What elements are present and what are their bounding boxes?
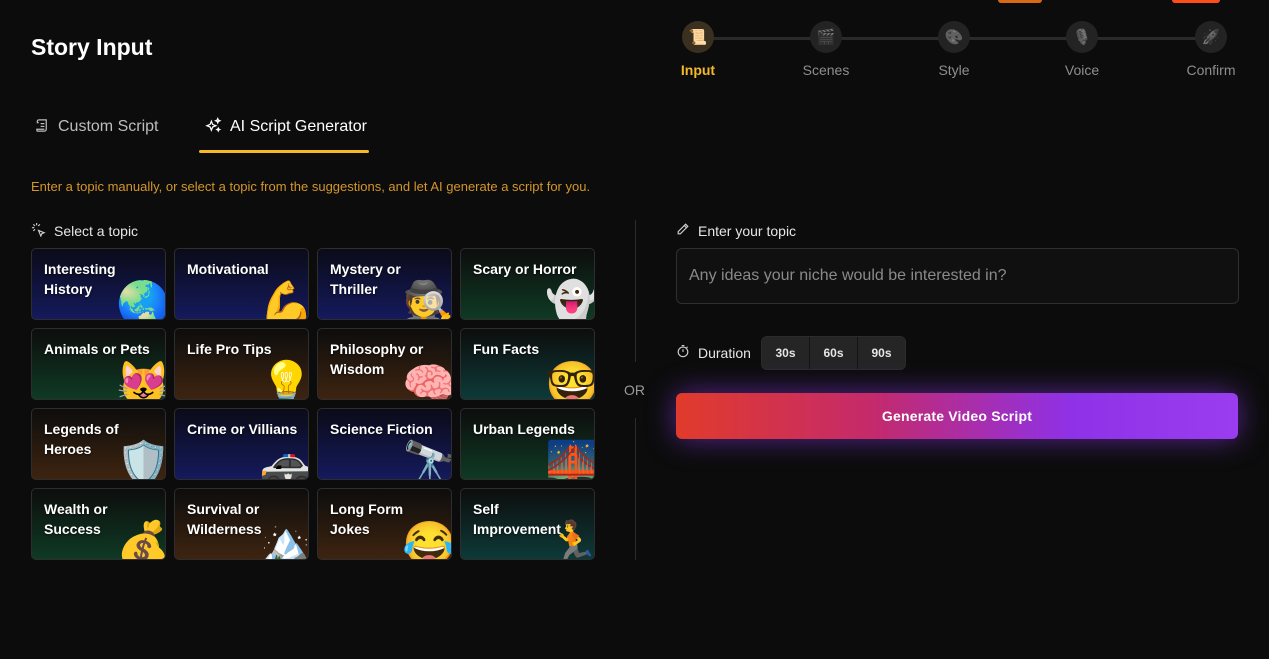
police-car-icon: 🚓	[259, 440, 309, 480]
topic-title: Motivational	[187, 261, 269, 277]
select-topic-text: Select a topic	[54, 223, 139, 239]
topic-card-legends-of-heroes[interactable]: Legends of Heroes 🛡️	[31, 408, 166, 480]
step-confirm[interactable]: 🚀 Confirm	[1165, 18, 1257, 78]
topic-title: Survival or Wilderness	[187, 501, 262, 537]
ghost-icon: 👻	[545, 280, 595, 320]
microphone-icon: 🎙️	[1072, 29, 1092, 46]
nerd-face-icon: 🤓	[545, 360, 595, 400]
enter-topic-label: Enter your topic	[676, 222, 796, 239]
topic-title: Wealth or Success	[44, 501, 108, 537]
step-label-voice: Voice	[1064, 62, 1100, 78]
tab-ai-script-generator[interactable]: AI Script Generator	[201, 104, 371, 150]
duration-60s-button[interactable]: 60s	[810, 337, 858, 369]
topic-title: Scary or Horror	[473, 261, 577, 277]
tab-ai-script-generator-label: AI Script Generator	[230, 118, 367, 135]
step-label-scenes: Scenes	[802, 62, 850, 78]
topic-card-fun-facts[interactable]: Fun Facts 🤓	[460, 328, 595, 400]
pencil-icon	[676, 222, 690, 239]
script-icon	[35, 118, 50, 137]
generate-video-script-button[interactable]: Generate Video Script	[676, 393, 1238, 439]
topic-card-self-improvement[interactable]: Self Improvement 🏃	[460, 488, 595, 560]
progress-stepper: 📜 Input 🎬 Scenes 🎨 Style 🎙️ Voice 🚀 Conf…	[652, 18, 1264, 80]
instruction-hint: Enter a topic manually, or select a topi…	[31, 179, 591, 194]
topic-card-survival-or-wilderness[interactable]: Survival or Wilderness 🏔️	[174, 488, 309, 560]
top-accent-strip	[0, 0, 1269, 4]
step-dot-scenes: 🎬	[810, 21, 842, 53]
step-dot-voice: 🎙️	[1066, 21, 1098, 53]
duration-text: Duration	[698, 344, 751, 361]
topic-card-interesting-history[interactable]: Interesting History 🌏	[31, 248, 166, 320]
step-label-style: Style	[938, 62, 970, 78]
topic-card-philosophy-or-wisdom[interactable]: Philosophy or Wisdom 🧠	[317, 328, 452, 400]
page-title: Story Input	[31, 34, 153, 60]
duration-selector: 30s 60s 90s	[761, 336, 906, 370]
topic-card-mystery-or-thriller[interactable]: Mystery or Thriller 🕵️	[317, 248, 452, 320]
duration-90s-button[interactable]: 90s	[858, 337, 905, 369]
topic-card-crime-or-villians[interactable]: Crime or Villians 🚓	[174, 408, 309, 480]
telescope-icon: 🔭	[402, 440, 452, 480]
accent-tab-orange	[998, 0, 1042, 3]
topic-title: Interesting History	[44, 261, 116, 297]
topic-card-animals-or-pets[interactable]: Animals or Pets 😻	[31, 328, 166, 400]
topic-card-scary-or-horror[interactable]: Scary or Horror 👻	[460, 248, 595, 320]
step-dot-input: 📜	[682, 21, 714, 53]
topic-grid: Interesting History 🌏 Motivational 💪 Myste…	[31, 248, 595, 560]
sparkles-icon	[205, 116, 222, 138]
step-style[interactable]: 🎨 Style	[908, 18, 1000, 78]
sparkle-click-icon	[31, 222, 46, 240]
topic-card-motivational[interactable]: Motivational 💪	[174, 248, 309, 320]
step-voice[interactable]: 🎙️ Voice	[1036, 18, 1128, 78]
step-dot-style: 🎨	[938, 21, 970, 53]
topic-title: Fun Facts	[473, 341, 540, 357]
heart-eyes-cat-icon: 😻	[116, 360, 166, 400]
tab-custom-script[interactable]: Custom Script	[35, 104, 158, 150]
step-label-confirm: Confirm	[1186, 62, 1236, 78]
tab-custom-script-label: Custom Script	[58, 118, 159, 135]
accent-tab-red	[1172, 0, 1220, 3]
rocket-icon: 🚀	[1201, 29, 1221, 46]
topic-input[interactable]	[676, 248, 1239, 304]
clapper-icon: 🎬	[816, 29, 836, 46]
active-tab-indicator	[199, 150, 369, 153]
topic-card-long-form-jokes[interactable]: Long Form Jokes 😂	[317, 488, 452, 560]
topic-card-urban-legends[interactable]: Urban Legends 🌉	[460, 408, 595, 480]
topic-title: Philosophy or Wisdom	[330, 341, 424, 377]
divider-line-bottom	[635, 418, 636, 560]
topic-title: Science Fiction	[330, 421, 433, 437]
palette-icon: 🎨	[944, 29, 964, 46]
bridge-at-night-icon: 🌉	[545, 440, 595, 480]
topic-card-life-pro-tips[interactable]: Life Pro Tips 💡	[174, 328, 309, 400]
topic-card-wealth-or-success[interactable]: Wealth or Success 💰	[31, 488, 166, 560]
topic-title: Long Form Jokes	[330, 501, 404, 537]
step-dot-confirm: 🚀	[1195, 21, 1227, 53]
topic-title: Crime or Villians	[187, 421, 298, 437]
topic-title: Mystery or Thriller	[330, 261, 401, 297]
topic-title: Animals or Pets	[44, 341, 150, 357]
scroll-icon: 📜	[688, 29, 708, 46]
topic-title: Legends of Heroes	[44, 421, 119, 457]
topic-title: Self Improvement	[473, 501, 561, 537]
topic-card-science-fiction[interactable]: Science Fiction 🔭	[317, 408, 452, 480]
step-scenes[interactable]: 🎬 Scenes	[780, 18, 872, 78]
step-input[interactable]: 📜 Input	[652, 18, 744, 78]
duration-label: Duration	[676, 344, 751, 361]
duration-30s-button[interactable]: 30s	[762, 337, 810, 369]
topic-title: Life Pro Tips	[187, 341, 272, 357]
divider-line-top	[635, 220, 636, 362]
or-separator: OR	[624, 382, 645, 398]
select-topic-label: Select a topic	[31, 222, 138, 240]
step-label-input: Input	[680, 62, 716, 78]
flexed-bicep-icon: 💪	[259, 280, 309, 320]
light-bulb-icon: 💡	[259, 360, 309, 400]
enter-topic-text: Enter your topic	[698, 222, 797, 239]
timer-icon	[676, 344, 690, 361]
topic-title: Urban Legends	[473, 421, 575, 437]
